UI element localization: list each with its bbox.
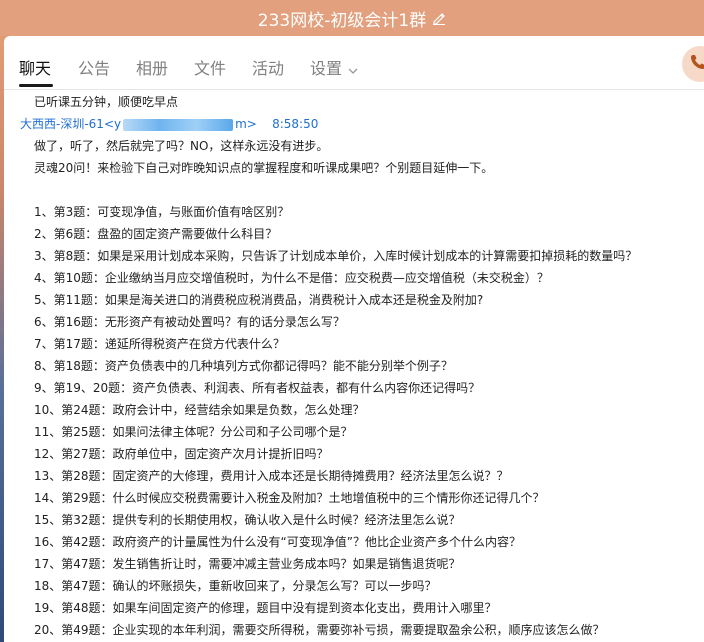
sender-line: 大西西-深圳-61<y m> 8:58:50 [20,116,318,132]
tab-album[interactable]: 相册 [136,55,168,79]
message-intro-2: 灵魂20问！来检验下自己对昨晚知识点的掌握程度和听课成果吧？个别题目延伸一下。 [34,161,494,175]
title-bar: 233网校-初级会计1群 [0,0,704,36]
question-item: 6、第16题：无形资产有被动处置吗？有的话分录怎么写？ [34,315,345,329]
question-item: 5、第11题：如果是海关进口的消费税应税消费品，消费税计入成本还是税金及附加? [34,293,484,307]
message-list: 已听课五分钟，顺便吃早点 大西西-深圳-61<y m> 8:58:50 做了，听了… [4,90,704,642]
question-item: 20、第49题：企业实现的本年利润，需要交所得税，需要弥补亏损，需要提取盈余公积… [34,623,605,637]
chevron-down-icon [348,60,358,79]
message-text: 已听课五分钟，顺便吃早点 [34,95,179,109]
question-item: 16、第42题：政府资产的计量属性为什么没有“可变现净值”？他比企业资产多个什么… [34,535,521,549]
redacted-email [123,118,234,131]
question-item: 4、第10题：企业缴纳当月应交增值税时，为什么不是借：应交税费—应交增值税（未交… [34,271,549,285]
tab-announcement[interactable]: 公告 [78,55,110,79]
question-item: 14、第29题：什么时候应交税费需要计入税金及附加？土地增值税中的三个情形你还记… [34,491,545,505]
call-button[interactable] [682,46,704,82]
tab-chat[interactable]: 聊天 [19,55,51,79]
chat-window: 聊天 公告 相册 文件 活动 设置 已听课五分钟，顺便吃早点 大西西-深圳-61… [4,36,704,642]
question-item: 1、第3题：可变现净值，与账面价值有啥区别？ [34,205,290,219]
phone-icon [689,53,704,75]
question-item: 2、第6题：盘盈的固定资产需要做什么科目？ [34,227,278,241]
window-title: 233网校-初级会计1群 [257,10,427,31]
question-item: 3、第8题：如果是采用计划成本采购，只告诉了计划成本单价，入库时候计划成本的计算… [34,249,638,263]
question-item: 15、第32题：提供专利的长期使用权，确认收入是什么时候？经济法里怎么说？ [34,513,461,527]
question-item: 17、第47题：发生销售折让时，需要冲减主营业务成本吗？如果是销售退货呢？ [34,557,461,571]
edit-icon[interactable] [432,11,446,25]
tab-settings-label: 设置 [310,59,343,78]
sender-email-end: m> [235,117,257,131]
question-item: 7、第17题：递延所得税资产在贷方代表什么？ [34,337,285,351]
sender-email-start: <y [103,117,122,131]
message-time: 8:58:50 [272,117,319,131]
tab-activity[interactable]: 活动 [252,55,284,79]
question-item: 8、第18题：资产负债表中的几种填列方式你都记得吗？能不能分别举个例子？ [34,359,453,373]
tab-files[interactable]: 文件 [194,55,226,79]
question-item: 19、第48题：如果车间固定资产的修理，题目中没有提到资本化支出，费用计入哪里？ [34,601,497,615]
tab-bar: 聊天 公告 相册 文件 活动 设置 [4,36,704,90]
question-item: 10、第24题：政府会计中，经营结余如果是负数，怎么处理？ [34,403,365,417]
question-item: 13、第28题：固定资产的大修理，费用计入成本还是长期待摊费用？经济法里怎么说？… [34,469,509,483]
sender-name[interactable]: 大西西-深圳-61 [20,117,104,131]
question-item: 11、第25题：如果问法律主体呢？分公司和子公司哪个是？ [34,425,353,439]
question-item: 18、第47题：确认的坏账损失，重新收回来了，分录怎么写？可以一步吗？ [34,579,437,593]
question-item: 9、第19、20题：资产负债表、利润表、所有者权益表，都有什么内容你还记得吗？ [34,381,481,395]
tab-settings[interactable]: 设置 [310,55,358,79]
question-item: 12、第27题：政府单位中，固定资产次月计提折旧吗？ [34,447,329,461]
active-tab-indicator [19,84,53,87]
message-intro-1: 做了，听了，然后就完了吗？NO，这样永远没有进步。 [34,139,329,153]
